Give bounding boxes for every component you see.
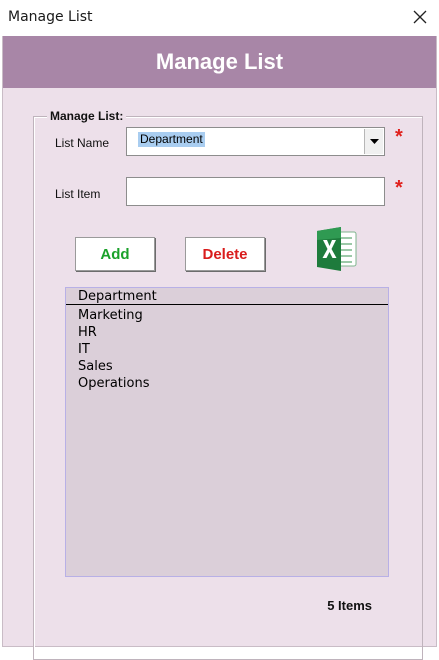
dropdown-button[interactable] <box>364 129 383 154</box>
item-count: 5 Items <box>327 598 372 613</box>
close-button[interactable] <box>409 6 431 28</box>
close-icon <box>413 10 427 24</box>
required-marker: * <box>395 177 403 199</box>
list-header-label: Department <box>78 289 157 304</box>
excel-icon <box>317 227 357 271</box>
list-item[interactable]: Marketing <box>78 307 149 324</box>
list-item[interactable]: Operations <box>78 375 149 392</box>
excel-export-button[interactable] <box>314 226 359 272</box>
list-item[interactable]: HR <box>78 324 149 341</box>
list-item-label: List Item <box>55 187 101 201</box>
frame-caption: Manage List: <box>47 109 127 123</box>
list-item-input[interactable] <box>126 177 385 206</box>
form-banner: Manage List <box>3 36 436 88</box>
list-item[interactable]: Sales <box>78 358 149 375</box>
list-name-label: List Name <box>55 136 110 150</box>
banner-title: Manage List <box>155 49 284 74</box>
required-marker: * <box>395 126 403 148</box>
delete-button[interactable]: Delete <box>185 237 265 271</box>
list-items-box[interactable]: Department Marketing HR IT Sales Operati… <box>65 287 389 577</box>
list-header: Department <box>66 288 388 305</box>
add-button[interactable]: Add <box>75 237 155 271</box>
window-title: Manage List <box>8 9 93 25</box>
form-body: Manage List Manage List: List Name Depar… <box>2 36 437 660</box>
list-name-value: Department <box>138 132 205 147</box>
list-name-combobox[interactable]: Department <box>126 127 385 156</box>
window-titlebar: Manage List <box>0 0 439 34</box>
list-item[interactable]: IT <box>78 341 149 358</box>
chevron-down-icon <box>369 139 379 144</box>
list-items: Marketing HR IT Sales Operations <box>78 307 149 392</box>
